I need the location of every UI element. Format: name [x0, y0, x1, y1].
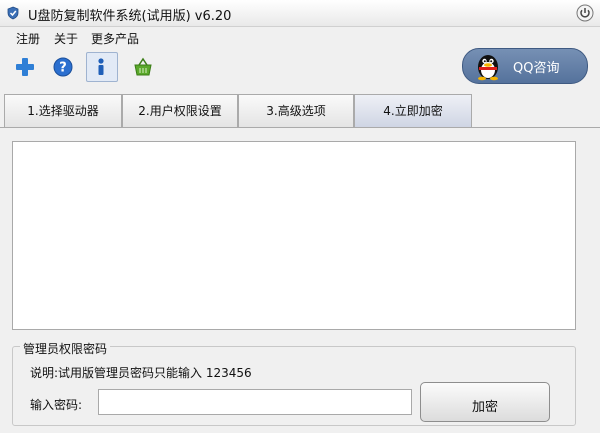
menu-register[interactable]: 注册 [16, 30, 40, 47]
qq-penguin-icon [478, 55, 498, 81]
shield-icon [7, 6, 19, 20]
tab-select-drive[interactable]: 1.选择驱动器 [4, 94, 122, 127]
tab-divider [0, 127, 600, 128]
trial-password-hint: 说明:试用版管理员密码只能输入 123456 [30, 366, 252, 380]
tab-encrypt-now[interactable]: 4.立即加密 [354, 94, 472, 127]
basket-icon[interactable] [132, 56, 154, 78]
output-panel[interactable] [12, 141, 576, 330]
title-bar: U盘防复制软件系统(试用版) v6.20 [0, 0, 600, 27]
qq-consult-button[interactable]: QQ咨询 [462, 48, 588, 84]
tab-user-permissions[interactable]: 2.用户权限设置 [122, 94, 238, 127]
plus-icon[interactable] [14, 56, 36, 78]
password-input[interactable] [98, 389, 412, 415]
password-label: 输入密码: [30, 398, 83, 412]
power-icon[interactable] [576, 4, 594, 22]
info-icon[interactable] [90, 56, 112, 78]
qq-consult-label: QQ咨询 [513, 61, 560, 76]
menu-about[interactable]: 关于 [54, 30, 78, 47]
svg-text:?: ? [59, 61, 67, 76]
encrypt-button[interactable]: 加密 [420, 382, 550, 422]
menu-more-products[interactable]: 更多产品 [91, 30, 139, 47]
help-icon[interactable]: ? [52, 56, 74, 78]
menu-bar: 注册 关于 更多产品 [0, 27, 600, 49]
admin-password-group-title: 管理员权限密码 [20, 340, 111, 357]
tab-advanced-options[interactable]: 3.高级选项 [238, 94, 354, 127]
window-title: U盘防复制软件系统(试用版) v6.20 [28, 9, 232, 24]
tab-bar: 1.选择驱动器 2.用户权限设置 3.高级选项 4.立即加密 [4, 94, 598, 128]
